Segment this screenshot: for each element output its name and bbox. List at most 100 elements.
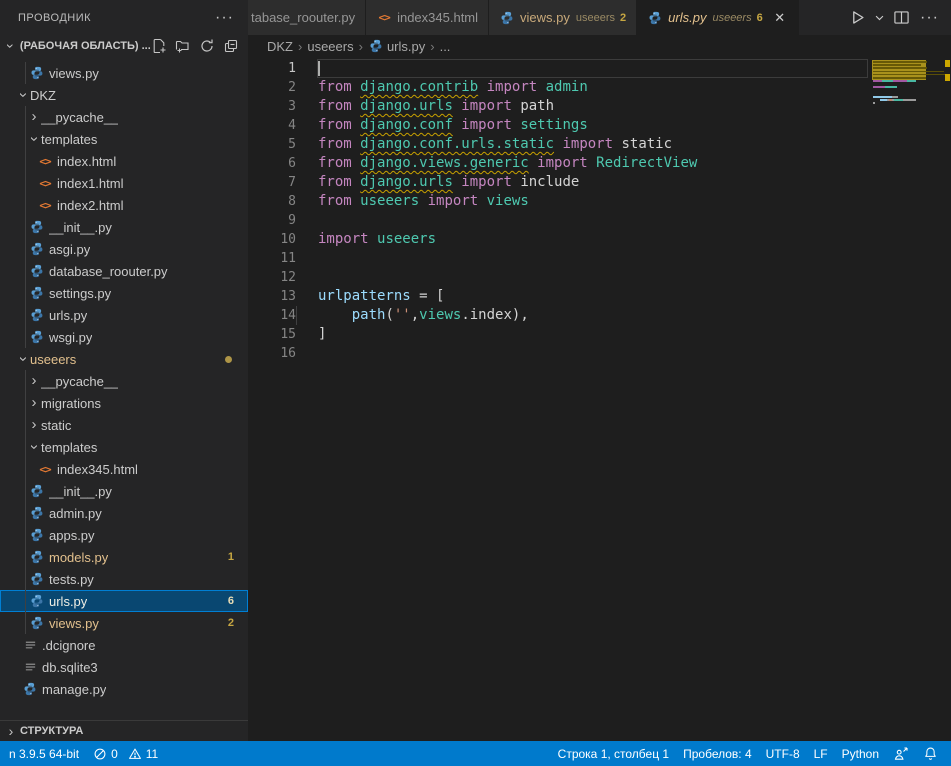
split-editor-icon[interactable] — [891, 6, 912, 30]
breadcrumb-item[interactable]: useeers — [307, 39, 353, 54]
tree-file-item[interactable]: <>index.html — [0, 150, 248, 172]
tree-file-item[interactable]: wsgi.py — [0, 326, 248, 348]
explorer-title: ПРОВОДНИК — [18, 12, 91, 24]
tab-description: useeers — [576, 12, 615, 24]
tree-file-item[interactable]: views.py — [0, 62, 248, 84]
workspace-section-label: (РАБОЧАЯ ОБЛАСТЬ) ... — [20, 40, 150, 52]
tab-urls.py[interactable]: urls.pyuseeers6✕ — [637, 0, 799, 35]
file-label: index1.html — [57, 176, 123, 191]
tree-folder-item[interactable]: ›__pycache__ — [0, 370, 248, 392]
tree-file-item[interactable]: models.py1 — [0, 546, 248, 568]
breadcrumb-label: DKZ — [267, 39, 293, 54]
modified-dot-badge — [225, 356, 232, 363]
tree-file-item[interactable]: views.py2 — [0, 612, 248, 634]
tree-file-item[interactable]: urls.py6 — [0, 590, 248, 612]
code-token — [318, 307, 352, 323]
file-label: urls.py — [49, 308, 87, 323]
new-folder-icon[interactable] — [174, 37, 192, 55]
tab-label: tabase_roouter.py — [251, 10, 355, 25]
warning-count: 11 — [146, 747, 158, 761]
eol-status[interactable]: LF — [807, 741, 835, 766]
code-text: from django.urls import path — [296, 97, 554, 116]
text-icon — [22, 637, 38, 653]
refresh-icon[interactable] — [198, 37, 216, 55]
tree-file-item[interactable]: tests.py — [0, 568, 248, 590]
breadcrumb-label: ... — [440, 39, 451, 54]
language-mode-status[interactable]: Python — [835, 741, 886, 766]
breadcrumb-item[interactable]: DKZ — [267, 39, 293, 54]
code-text — [296, 211, 318, 230]
tree-file-item[interactable]: apps.py — [0, 524, 248, 546]
tree-file-item[interactable]: manage.py — [0, 678, 248, 700]
file-label: apps.py — [49, 528, 95, 543]
tab-index345.html[interactable]: <>index345.html — [366, 0, 489, 35]
line-number: 14 — [248, 306, 296, 325]
outline-section-header[interactable]: › СТРУКТУРА — [0, 720, 248, 741]
code-line: 3from django.urls import path — [248, 97, 869, 116]
code-line: 2from django.contrib import admin — [248, 78, 869, 97]
new-file-icon[interactable] — [150, 37, 168, 55]
code-line: 8from useeers import views — [248, 192, 869, 211]
code-line: 12 — [248, 268, 869, 287]
code-text: from django.contrib import admin — [296, 78, 588, 97]
tree-folder-item[interactable]: ›useeers — [0, 348, 248, 370]
tab-label: urls.py — [668, 10, 706, 25]
file-label: urls.py — [49, 594, 87, 609]
tree-folder-item[interactable]: ›templates — [0, 128, 248, 150]
breadcrumb-item[interactable]: ... — [440, 39, 451, 54]
code-line: 13urlpatterns = [ — [248, 287, 869, 306]
tree-file-item[interactable]: admin.py — [0, 502, 248, 524]
tab-tabase_roouter.py[interactable]: tabase_roouter.py — [248, 0, 366, 35]
tree-folder-item[interactable]: ›templates — [0, 436, 248, 458]
run-dropdown-chevron-icon[interactable] — [872, 6, 887, 30]
code-token: import — [453, 117, 520, 133]
tree-file-item[interactable]: settings.py — [0, 282, 248, 304]
explorer-more-actions-icon[interactable]: ··· — [215, 9, 234, 27]
tree-file-item[interactable]: asgi.py — [0, 238, 248, 260]
file-label: database_roouter.py — [49, 264, 168, 279]
breadcrumb-item[interactable]: urls.py — [368, 38, 425, 54]
tree-file-item[interactable]: <>index2.html — [0, 194, 248, 216]
code-text: from useeers import views — [296, 192, 529, 211]
tree-folder-item[interactable]: ›__pycache__ — [0, 106, 248, 128]
tree-file-item[interactable]: database_roouter.py — [0, 260, 248, 282]
code-text: from django.urls import include — [296, 173, 579, 192]
code-token: RedirectView — [596, 155, 697, 171]
tree-file-item[interactable]: __init__.py — [0, 216, 248, 238]
tree-file-item[interactable]: <>index345.html — [0, 458, 248, 480]
code-token: import — [529, 155, 596, 171]
cursor-position-status[interactable]: Строка 1, столбец 1 — [551, 741, 676, 766]
run-python-file-button[interactable] — [847, 6, 868, 30]
warning-icon — [128, 747, 142, 761]
collapse-all-icon[interactable] — [222, 37, 240, 55]
workspace-section-header[interactable]: › (РАБОЧАЯ ОБЛАСТЬ) ... — [0, 35, 248, 57]
tree-file-item[interactable]: urls.py — [0, 304, 248, 326]
encoding-status[interactable]: UTF-8 — [759, 741, 807, 766]
tree-folder-item[interactable]: ›static — [0, 414, 248, 436]
close-icon[interactable]: ✕ — [772, 10, 788, 26]
tree-file-item[interactable]: __init__.py — [0, 480, 248, 502]
feedback-icon[interactable] — [886, 741, 916, 766]
python-interpreter-status[interactable]: n 3.9.5 64-bit — [2, 741, 86, 766]
editor-more-actions-icon[interactable]: ··· — [916, 6, 943, 30]
tree-file-item[interactable]: .dcignore — [0, 634, 248, 656]
problems-status[interactable]: 0 11 — [86, 741, 165, 766]
line-number: 15 — [248, 325, 296, 344]
tree-file-item[interactable]: <>index1.html — [0, 172, 248, 194]
tab-views.py[interactable]: views.pyuseeers2 — [489, 0, 637, 35]
file-label: __init__.py — [49, 484, 112, 499]
python-icon — [22, 681, 38, 697]
tab-label: index345.html — [397, 10, 478, 25]
notifications-bell-icon[interactable] — [916, 741, 945, 766]
problems-badge: 2 — [228, 617, 234, 629]
breadcrumb: DKZ›useeers›urls.py›... — [248, 35, 951, 57]
python-icon — [29, 241, 45, 257]
tree-file-item[interactable]: db.sqlite3 — [0, 656, 248, 678]
tree-folder-item[interactable]: ›DKZ — [0, 84, 248, 106]
indentation-status[interactable]: Пробелов: 4 — [676, 741, 759, 766]
minimap[interactable] — [871, 57, 943, 108]
tab-problems-badge: 2 — [620, 12, 626, 24]
tree-folder-item[interactable]: ›migrations — [0, 392, 248, 414]
breadcrumb-separator: › — [430, 39, 434, 54]
code-editor[interactable]: 12 from django.contrib import admin3from … — [248, 57, 951, 741]
